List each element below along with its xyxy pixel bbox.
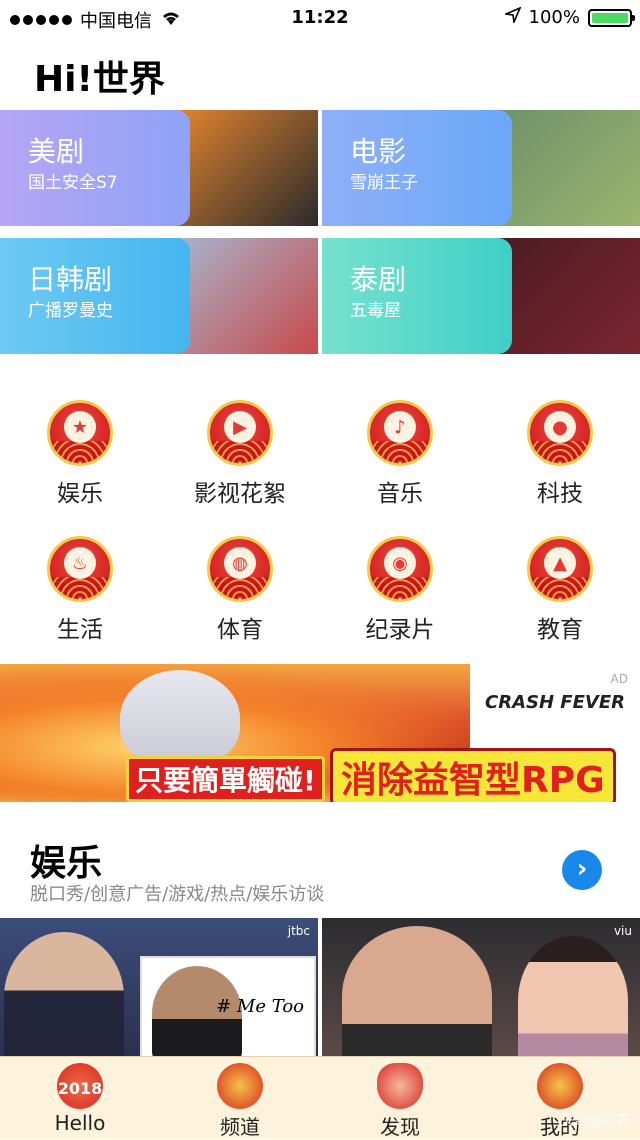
person-image — [342, 926, 492, 1058]
channel-label: 科技 — [537, 481, 583, 507]
channel-label: 体育 — [217, 617, 263, 643]
channel-label: 音乐 — [377, 481, 423, 507]
graduation-cap-icon: ▲ — [527, 536, 593, 602]
video-thumbnail[interactable]: # Me Too jtbc — [0, 918, 318, 1058]
ad-slogan-2: 消除益智型RPG — [330, 748, 616, 802]
inset-text: # Me Too — [216, 996, 304, 1017]
category-name: 电影 — [350, 135, 407, 168]
channel-item[interactable]: ◍ 体育 — [160, 536, 320, 644]
channel-label: 纪录片 — [365, 617, 435, 643]
status-right: 100% — [502, 6, 635, 28]
character-art — [120, 670, 240, 766]
tab-badge: 2018 — [57, 1079, 103, 1098]
channel-item[interactable]: ★ 娱乐 — [0, 400, 160, 508]
ad-logo: CRASH FEVER — [485, 692, 625, 713]
page-title: Hi!世界 — [34, 59, 165, 100]
channel-label: 教育 — [537, 617, 583, 643]
channel-item[interactable]: ♪ 音乐 — [320, 400, 480, 508]
channel-item[interactable]: ♨ 生活 — [0, 536, 160, 644]
ad-banner[interactable]: AD CRASH FEVER 只要簡單觸碰! 消除益智型RPG — [0, 664, 640, 802]
channel-item[interactable]: ▲ 教育 — [480, 536, 640, 644]
category-tile[interactable]: 电影 雪崩王子 — [322, 110, 640, 226]
category-name: 泰剧 — [350, 263, 407, 296]
category-subtitle: 广播罗曼史 — [28, 301, 113, 321]
tab-hello[interactable]: 2018 Hello — [0, 1057, 160, 1139]
watermark: 头条@问答 — [560, 1113, 630, 1129]
lion-dance-icon — [537, 1063, 583, 1109]
category-tile[interactable]: 美剧国土安全S7 — [0, 110, 318, 226]
camera-icon: ◉ — [367, 536, 433, 602]
lucky-bag-icon — [377, 1063, 423, 1109]
channel-logo: viu — [613, 924, 632, 938]
section-title: 娱乐 — [30, 843, 103, 884]
tab-discover[interactable]: 发现 — [320, 1057, 480, 1139]
category-name: 日韩剧 — [28, 263, 113, 296]
channel-logo: jtbc — [287, 924, 310, 938]
category-tile[interactable]: 泰剧 五毒屋 — [322, 238, 640, 354]
video-thumbnail[interactable]: viu — [322, 918, 640, 1058]
tab-label: 发现 — [380, 1115, 420, 1139]
channel-item[interactable]: ◉ 纪录片 — [320, 536, 480, 644]
category-subtitle: 国土安全S7 — [28, 173, 118, 193]
ad-tag: AD — [610, 672, 628, 686]
dog-2018-icon: 2018 — [57, 1063, 103, 1109]
channel-item[interactable]: ● 科技 — [480, 400, 640, 508]
battery-icon — [588, 8, 635, 27]
basketball-icon: ◍ — [207, 536, 273, 602]
category-subtitle: 五毒屋 — [350, 301, 401, 321]
anchor-image — [4, 932, 124, 1058]
category-tile[interactable]: 日韩剧 广播罗曼史 — [0, 238, 318, 354]
channel-label: 娱乐 — [57, 481, 103, 507]
cup-icon: ♨ — [47, 536, 113, 602]
tab-bar: 2018 Hello 频道 发现 我的 — [0, 1056, 640, 1139]
channel-label: 生活 — [57, 617, 103, 643]
channel-label: 影视花絮 — [194, 481, 286, 507]
apple-icon: ● — [527, 400, 593, 466]
star-icon: ★ — [47, 400, 113, 466]
play-icon: ▶ — [207, 400, 273, 466]
section-subtitle: 脱口秀/创意广告/游戏/热点/娱乐访谈 — [30, 884, 325, 905]
inset-image: # Me Too — [140, 956, 316, 1058]
battery-label: 100% — [528, 7, 580, 28]
channel-icon — [217, 1063, 263, 1109]
person-image — [518, 936, 628, 1058]
music-note-icon: ♪ — [367, 400, 433, 466]
tab-label: 频道 — [220, 1115, 260, 1139]
category-subtitle: 雪崩王子 — [350, 173, 418, 193]
section-more-button[interactable]: › — [562, 850, 602, 890]
tab-channels[interactable]: 频道 — [160, 1057, 320, 1139]
status-bar: 中国电信 11:22 100% — [0, 0, 640, 36]
category-name: 美剧 — [28, 135, 85, 168]
location-icon — [502, 6, 522, 28]
channel-item[interactable]: ▶ 影视花絮 — [160, 400, 320, 508]
ad-slogan-1: 只要簡單觸碰! — [126, 756, 325, 802]
tab-label: Hello — [54, 1111, 106, 1135]
